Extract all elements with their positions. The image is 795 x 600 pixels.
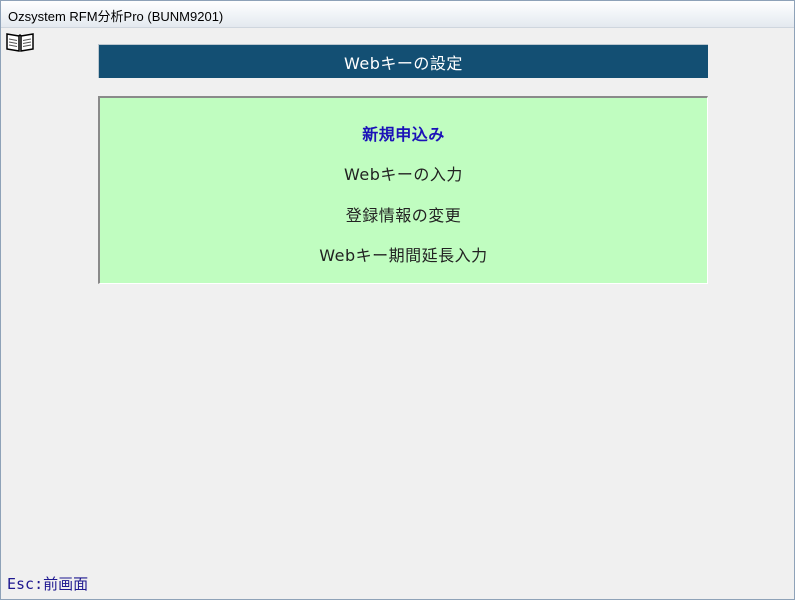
menu-panel: 新規申込み Webキーの入力 登録情報の変更 Webキー期間延長入力: [98, 96, 708, 284]
page-title: Webキーの設定: [344, 53, 463, 73]
window-title: Ozsystem RFM分析Pro (BUNM9201): [8, 9, 224, 24]
header-bar: Webキーの設定: [98, 44, 708, 78]
menu-item-new-application[interactable]: 新規申込み: [100, 118, 707, 148]
menu-item-change-registration[interactable]: 登録情報の変更: [100, 199, 707, 229]
book-icon[interactable]: [5, 31, 35, 53]
app-window: Ozsystem RFM分析Pro (BUNM9201) Webキーの設定 新規…: [0, 0, 795, 600]
title-bar[interactable]: Ozsystem RFM分析Pro (BUNM9201): [1, 1, 794, 28]
menu-item-extend-period[interactable]: Webキー期間延長入力: [100, 239, 707, 269]
menu-item-web-key-input[interactable]: Webキーの入力: [100, 158, 707, 188]
esc-back-hint[interactable]: Esc:前画面: [7, 573, 88, 594]
